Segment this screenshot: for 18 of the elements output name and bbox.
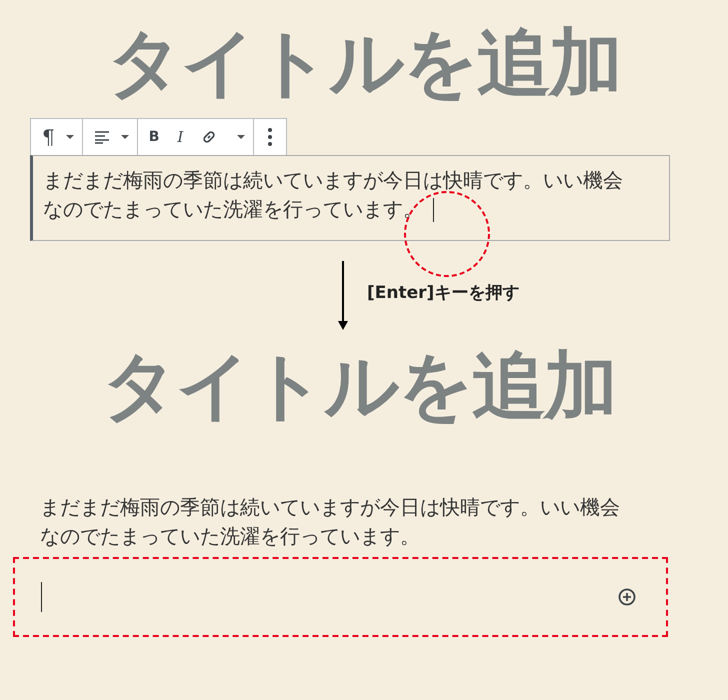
caret-icon bbox=[66, 134, 74, 140]
paragraph-button[interactable]: ¶ bbox=[33, 119, 64, 155]
paragraph-text: まだまだ梅雨の季節は続いていますが今日は快晴です。いい機会 bbox=[43, 167, 623, 194]
paragraph-text: まだまだ梅雨の季節は続いていますが今日は快晴です。いい機会 bbox=[40, 494, 620, 521]
caret-icon bbox=[120, 134, 129, 140]
post-title: タイトルを追加 bbox=[107, 26, 621, 100]
post-title: タイトルを追加 bbox=[102, 349, 616, 423]
bold-button[interactable]: B bbox=[140, 119, 168, 155]
add-block-icon[interactable] bbox=[618, 588, 636, 606]
caret-icon bbox=[237, 134, 246, 140]
link-icon bbox=[201, 129, 218, 145]
empty-paragraph-block[interactable] bbox=[13, 557, 668, 637]
down-arrow bbox=[337, 261, 349, 331]
italic-button[interactable]: I bbox=[168, 119, 192, 155]
align-left-icon bbox=[94, 130, 110, 144]
step-label: [Enter]キーを押す bbox=[367, 282, 520, 304]
more-icon bbox=[268, 128, 272, 146]
paragraph-text: なのでたまっていた洗濯を行っています。 bbox=[40, 523, 420, 550]
